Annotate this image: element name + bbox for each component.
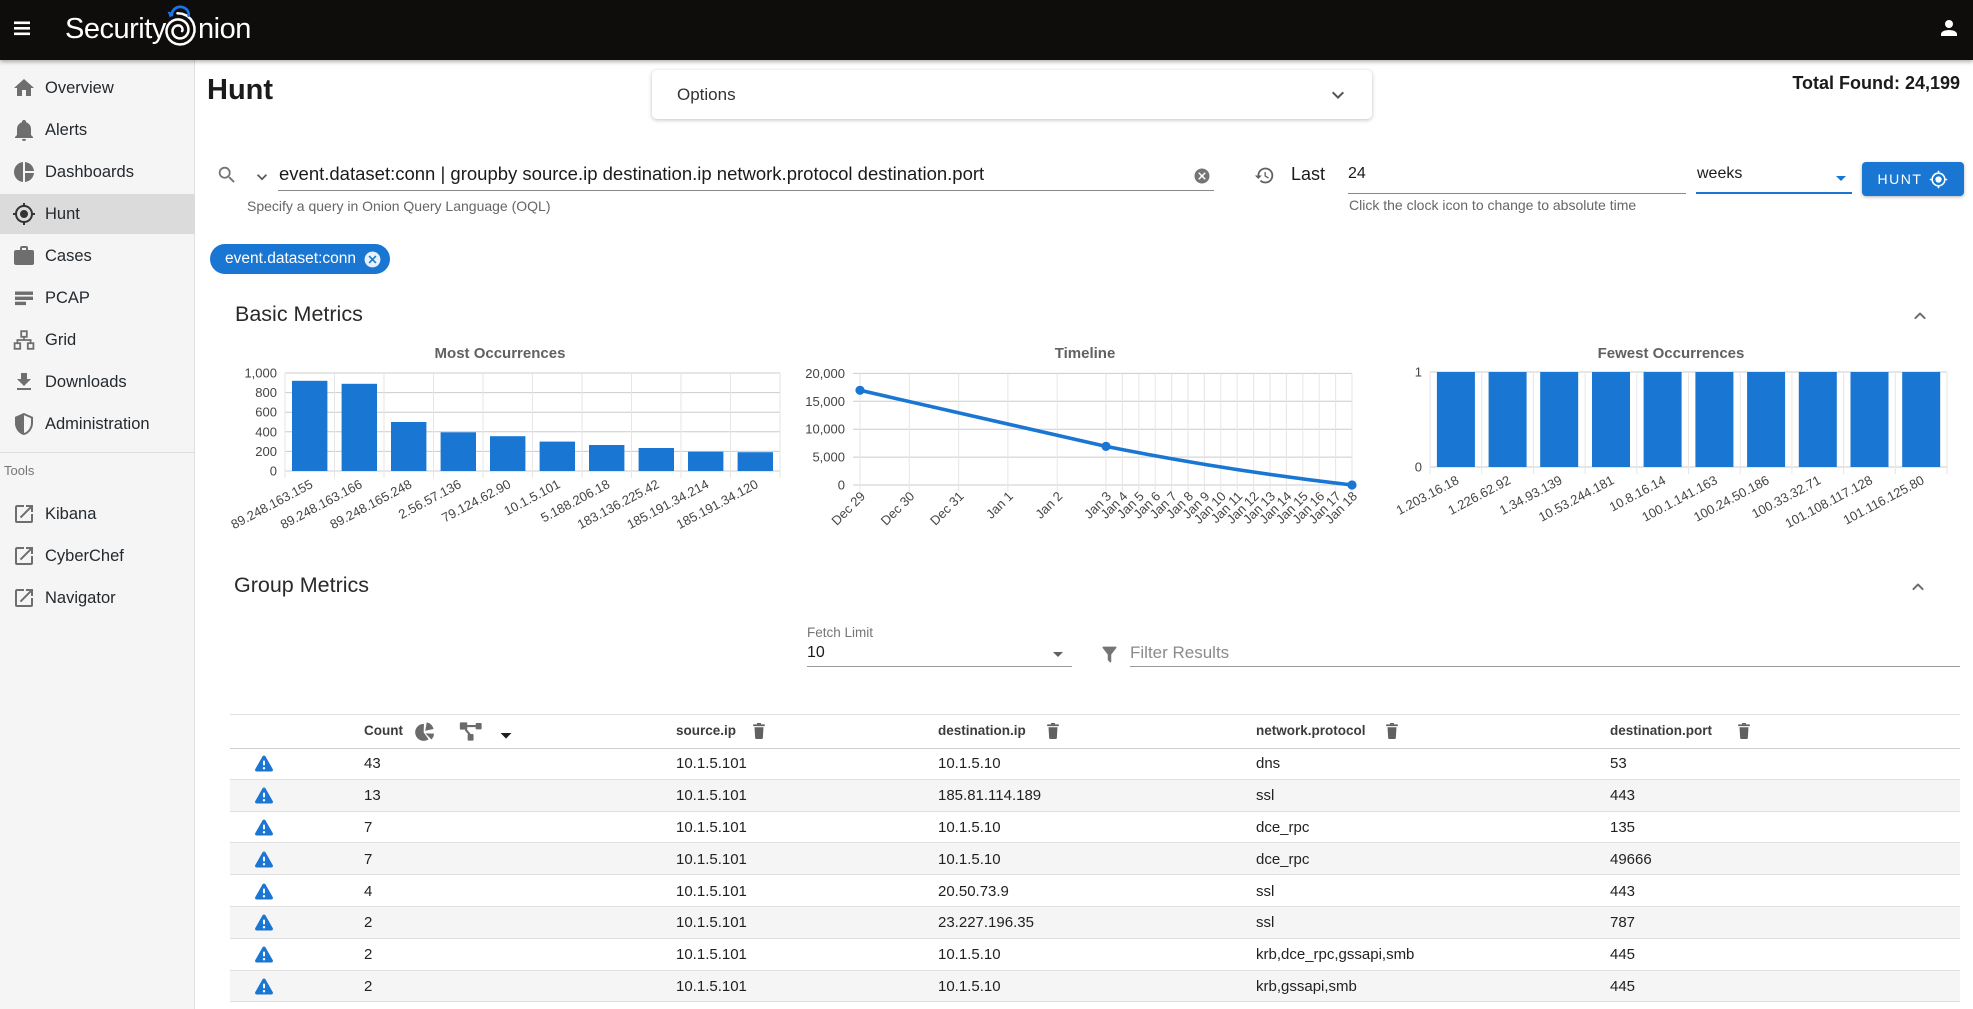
svg-text:101.108.117.128: 101.108.117.128 (1783, 472, 1875, 531)
svg-text:Timeline: Timeline (1055, 345, 1116, 362)
svg-text:0: 0 (1415, 460, 1422, 475)
svg-text:200: 200 (255, 444, 277, 459)
svg-text:15,000: 15,000 (805, 394, 845, 409)
svg-text:5,000: 5,000 (812, 450, 845, 465)
svg-text:800: 800 (255, 385, 277, 400)
svg-text:Most Occurrences: Most Occurrences (435, 345, 566, 362)
svg-text:20,000: 20,000 (805, 366, 845, 381)
svg-text:0: 0 (838, 478, 845, 493)
svg-text:1,000: 1,000 (244, 366, 277, 381)
svg-text:1: 1 (1415, 365, 1422, 380)
svg-text:Dec 31: Dec 31 (927, 489, 967, 529)
svg-text:10,000: 10,000 (805, 422, 845, 437)
svg-text:Dec 30: Dec 30 (878, 489, 918, 529)
svg-text:Jan 2: Jan 2 (1032, 489, 1065, 522)
svg-text:Jan 1: Jan 1 (983, 489, 1016, 522)
svg-text:400: 400 (255, 424, 277, 439)
svg-text:Fewest Occurrences: Fewest Occurrences (1598, 345, 1745, 362)
svg-text:0: 0 (270, 464, 277, 479)
svg-text:Dec 29: Dec 29 (828, 489, 868, 529)
svg-text:600: 600 (255, 405, 277, 420)
svg-text:89.248.163.155: 89.248.163.155 (228, 476, 315, 532)
